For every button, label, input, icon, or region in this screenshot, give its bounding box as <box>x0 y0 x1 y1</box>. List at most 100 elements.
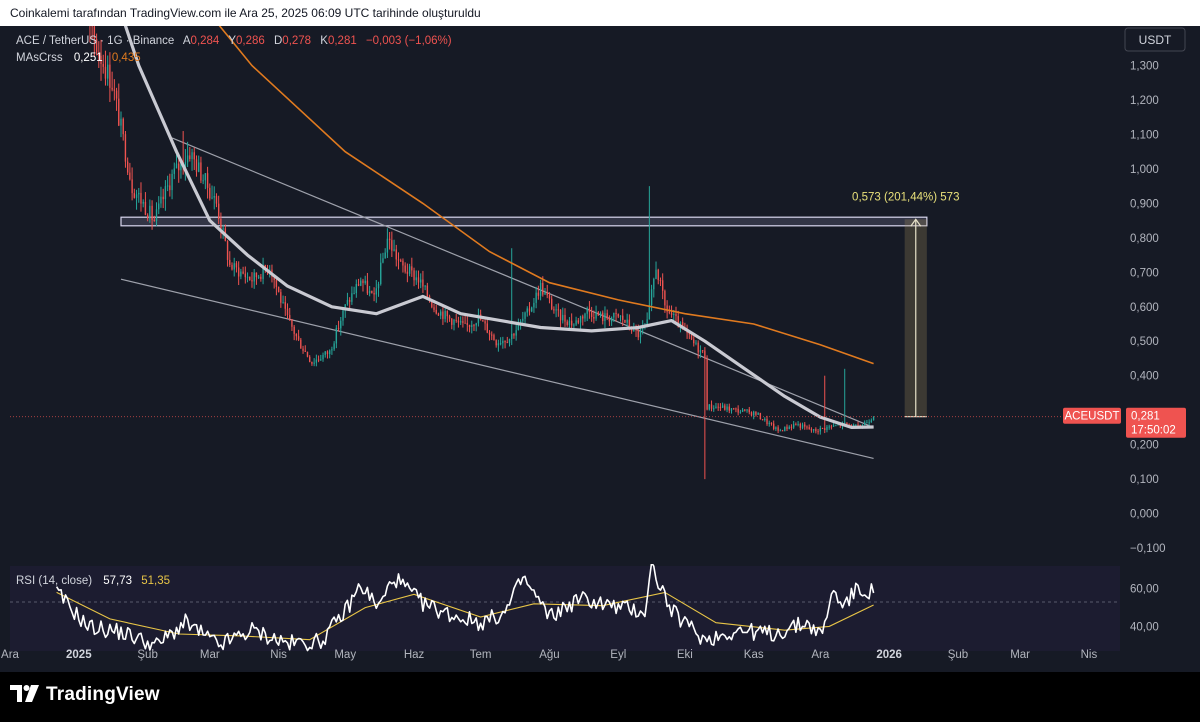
candle-body <box>280 292 282 303</box>
candle-body <box>573 324 575 326</box>
candle-body <box>799 424 802 428</box>
candle-body <box>120 118 122 126</box>
legend-ma[interactable]: MAsCrss 0,251 0,435 <box>16 52 141 64</box>
legend-open-value: 0,284 <box>191 35 220 47</box>
candle-body <box>653 278 655 290</box>
candle-body <box>533 302 535 308</box>
candle-body <box>253 272 255 282</box>
candle-body <box>393 249 395 251</box>
candle-body <box>311 361 313 364</box>
candle-body <box>693 339 695 344</box>
candle-body <box>215 196 218 204</box>
rsi-tick: 60,00 <box>1130 584 1159 596</box>
time-tick: Nis <box>1081 649 1098 661</box>
candle-body <box>497 343 500 346</box>
candle-body <box>275 279 278 287</box>
candle-body <box>113 89 116 91</box>
candle-body <box>577 320 580 323</box>
rsi-legend[interactable]: RSI (14, close) 57,73 51,35 <box>16 575 170 587</box>
candle-body <box>757 413 759 415</box>
candle-body <box>413 270 415 281</box>
candle-body <box>198 162 200 172</box>
candle-body <box>138 192 140 195</box>
rsi-background-band <box>10 566 1120 651</box>
candle-body <box>739 411 742 413</box>
candle-body <box>673 313 675 315</box>
candle-body <box>335 327 338 344</box>
candle-body <box>508 339 511 343</box>
candle-body <box>426 285 429 297</box>
time-tick: 2026 <box>876 649 902 661</box>
candle-body <box>333 343 335 350</box>
price-tick: 0,000 <box>1130 509 1159 521</box>
candle-body <box>446 310 449 317</box>
candle-body <box>111 87 113 90</box>
candle-body <box>868 422 870 424</box>
candle-body <box>511 333 513 340</box>
candle-body <box>417 277 420 283</box>
candle-body <box>564 314 566 322</box>
candle-body <box>340 320 342 329</box>
candle-body <box>380 262 382 284</box>
candle-body <box>613 312 615 318</box>
candle-body <box>726 406 728 410</box>
candle-body <box>568 320 571 325</box>
candle-body <box>126 161 129 173</box>
candle-body <box>735 408 737 410</box>
candle-body <box>104 66 107 79</box>
candle-body <box>302 348 304 351</box>
time-tick: Haz <box>404 649 425 661</box>
candle-body <box>249 276 251 280</box>
candle-body <box>646 319 648 325</box>
candle-body <box>455 319 457 321</box>
candle-body <box>708 404 710 410</box>
candle-body <box>566 321 568 325</box>
candle-body <box>824 428 826 430</box>
legend-close-value: 0,281 <box>328 35 357 47</box>
candle-body <box>388 238 391 241</box>
time-tick: Şub <box>948 649 968 661</box>
candle-body <box>160 196 162 204</box>
candle-body <box>364 280 366 284</box>
candle-body <box>670 312 673 315</box>
candle-body <box>628 319 631 328</box>
candle-body <box>721 405 724 408</box>
candle-body <box>444 310 446 319</box>
candle-body <box>144 201 147 215</box>
candle-body <box>737 408 739 413</box>
candle-body <box>535 292 537 303</box>
candle-body <box>531 307 533 312</box>
candle-body <box>115 90 118 99</box>
candle-body <box>659 280 662 282</box>
chart-panel[interactable]: 0,573 (201,44%) 573 ACE / TetherUS · 1G … <box>0 26 1200 672</box>
rsi-ma-value: 51,35 <box>141 575 170 587</box>
candle-body <box>750 412 753 416</box>
candle-body <box>404 265 406 272</box>
candle-body <box>779 430 782 432</box>
candle-body <box>706 358 708 410</box>
candle-body <box>810 429 813 431</box>
candle-body <box>317 359 320 361</box>
candle-body <box>617 314 619 317</box>
price-tick: 0,100 <box>1130 474 1159 486</box>
candle-body <box>499 343 502 345</box>
candle-body <box>282 302 284 304</box>
price-tick: −0,100 <box>1130 543 1166 555</box>
chart-canvas[interactable]: 0,573 (201,44%) 573 ACE / TetherUS · 1G … <box>0 26 1200 672</box>
candle-body <box>439 311 442 316</box>
candle-body <box>544 292 546 295</box>
candle-body <box>169 185 171 191</box>
candle-body <box>242 271 244 274</box>
candle-body <box>300 339 302 349</box>
candle-body <box>189 155 191 160</box>
candle-body <box>200 162 202 181</box>
candle-body <box>175 163 178 169</box>
candle-body <box>106 64 109 79</box>
candle-body <box>639 329 642 338</box>
candle-body <box>220 218 222 230</box>
candle-body <box>146 214 149 219</box>
time-tick: Tem <box>470 649 492 661</box>
candle-body <box>382 258 384 263</box>
candle-body <box>553 309 555 311</box>
candle-body <box>395 249 397 260</box>
